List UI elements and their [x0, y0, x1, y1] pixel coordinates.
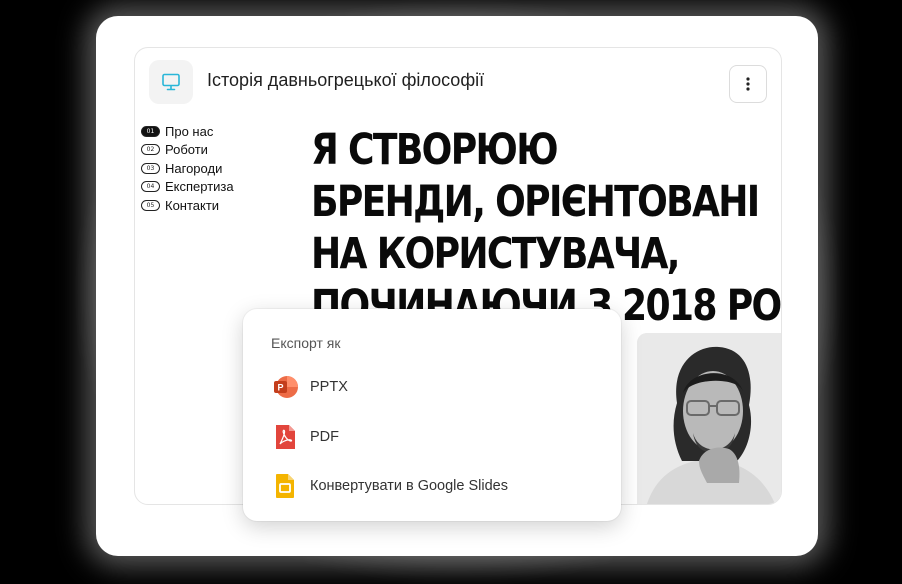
nav-number: 03 [141, 162, 160, 174]
nav-item-awards[interactable]: 03 Нагороди [141, 159, 234, 178]
slide-headline: Я СТВОРЮЮ БРЕНДИ, ОРІЄНТОВАНІ НА КОРИСТУ… [311, 124, 781, 332]
powerpoint-icon: P [271, 373, 299, 401]
nav-number: 01 [141, 125, 160, 137]
nav-label: Роботи [165, 142, 208, 158]
presentation-icon [149, 60, 193, 104]
export-title: Експорт як [271, 335, 341, 351]
nav-item-about[interactable]: 01 Про нас [141, 122, 234, 141]
export-pptx-option[interactable]: P PPTX [271, 371, 601, 403]
headline-line: Я СТВОРЮЮ [311, 125, 559, 175]
headline-line: БРЕНДИ, ОРІЄНТОВАНІ [311, 177, 760, 227]
vertical-dots-icon [746, 77, 750, 91]
slide-nav: 01 Про нас 02 Роботи 03 Нагороди 04 Експ… [141, 122, 234, 215]
export-option-label: Конвертувати в Google Slides [310, 478, 508, 494]
nav-number: 02 [141, 144, 160, 156]
nav-item-expertise[interactable]: 04 Експертиза [141, 178, 234, 197]
svg-text:P: P [277, 383, 283, 393]
export-popup: Експорт як P PPTX PDF Конвертувати в Goo… [243, 309, 621, 521]
convert-google-slides-option[interactable]: Конвертувати в Google Slides [271, 470, 601, 502]
more-menu-button[interactable] [729, 65, 767, 103]
nav-label: Нагороди [165, 160, 223, 176]
nav-number: 05 [141, 199, 160, 211]
export-pdf-option[interactable]: PDF [271, 421, 601, 453]
nav-item-works[interactable]: 02 Роботи [141, 141, 234, 160]
export-option-label: PPTX [310, 379, 348, 395]
export-option-label: PDF [310, 429, 339, 445]
headline-line: НА КОРИСТУВАЧА, [311, 229, 681, 279]
nav-label: Про нас [165, 123, 214, 139]
nav-label: Експертиза [165, 179, 234, 195]
portrait-photo [637, 333, 781, 504]
pdf-icon [271, 423, 299, 451]
document-title: Історія давньогрецької філософії [207, 70, 485, 90]
nav-label: Контакти [165, 197, 220, 213]
google-slides-icon [271, 472, 299, 500]
nav-number: 04 [141, 181, 160, 193]
nav-item-contacts[interactable]: 05 Контакти [141, 196, 234, 215]
